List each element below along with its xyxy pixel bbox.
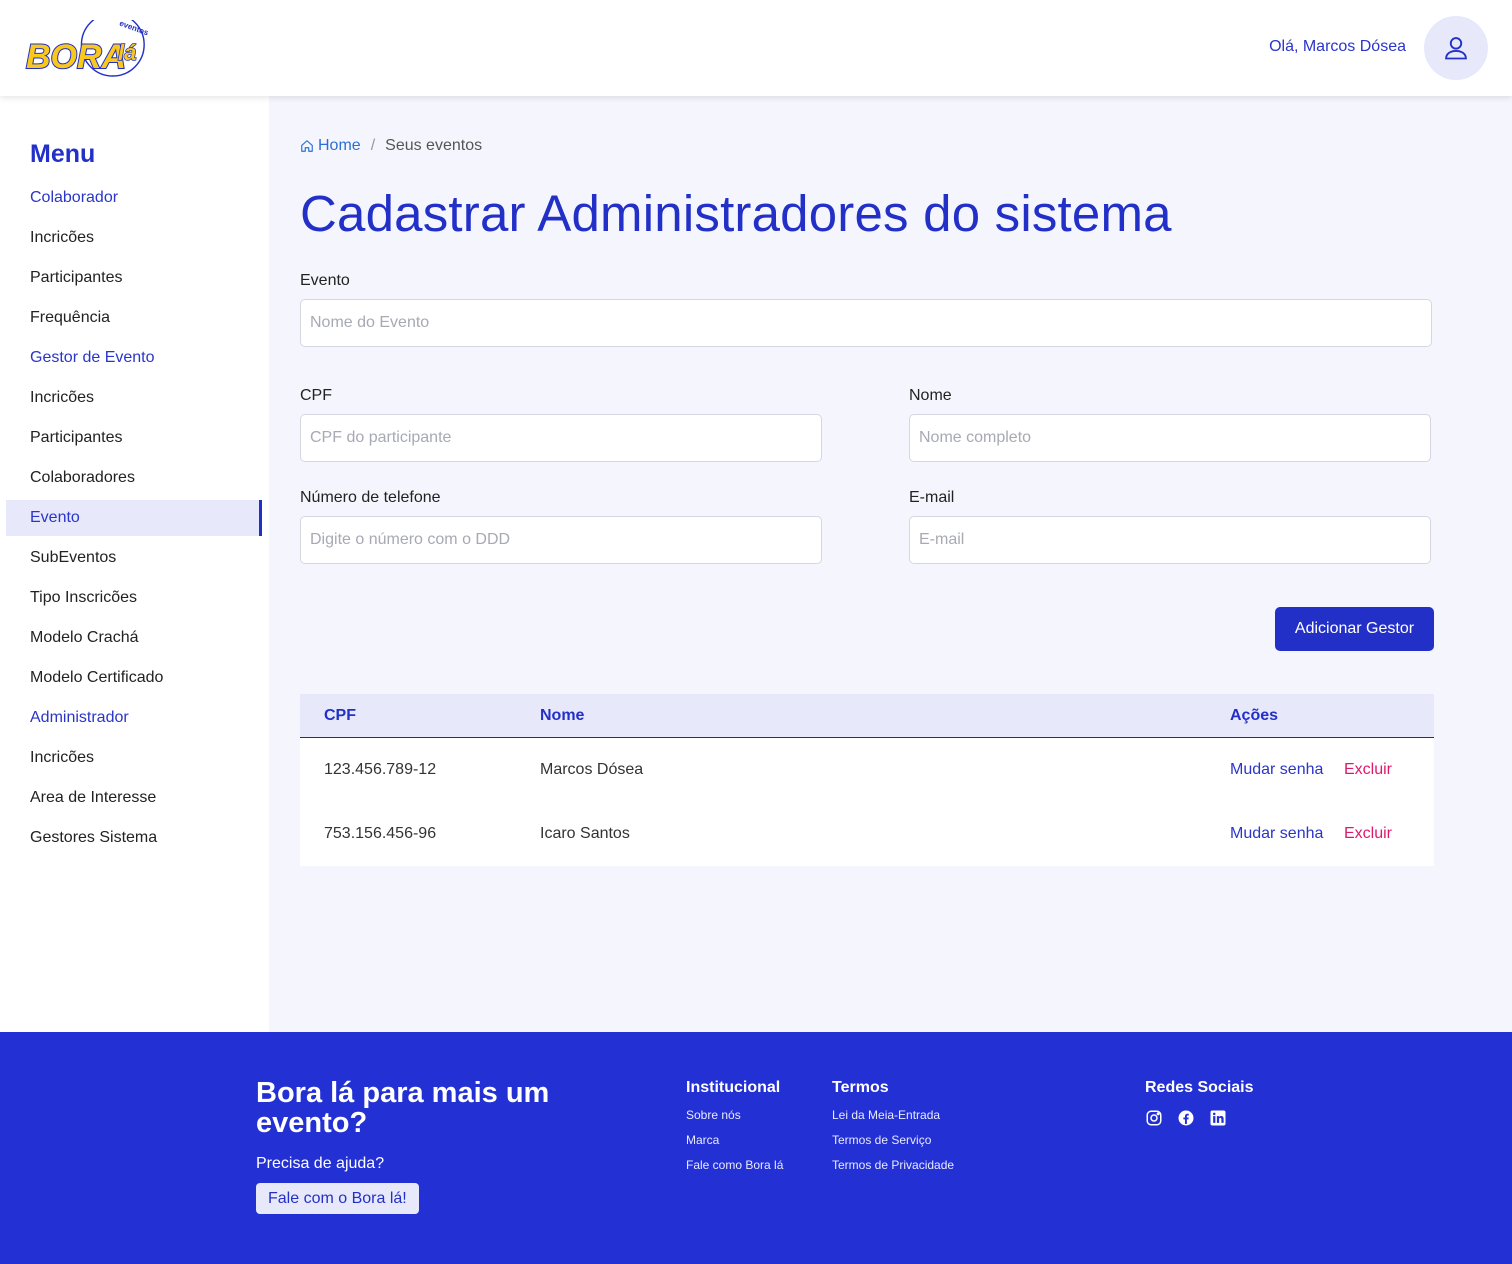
delete-link[interactable]: Excluir [1344, 761, 1392, 779]
linkedin-icon[interactable] [1209, 1109, 1227, 1127]
bora-la-logo[interactable]: BORA lá eventos [22, 12, 164, 78]
menu-list: Colaborador Incricões Participantes Frequên… [6, 180, 262, 860]
footer-link-termos-servico[interactable]: Termos de Serviço [832, 1133, 931, 1147]
svg-text:BORA: BORA [26, 38, 126, 76]
top-header: BORA lá eventos Olá, Marcos Dósea [0, 0, 1512, 96]
cell-cpf: 753.156.456-96 [324, 825, 437, 842]
footer-institucional-title: Institucional [686, 1079, 781, 1096]
sidebar-item-evento[interactable]: Evento [6, 500, 262, 536]
admins-table: CPF Nome Ações 123.456.789-12 Marcos Dós… [300, 694, 1434, 866]
nome-label: Nome [909, 387, 952, 404]
sidebar-item-incricoes[interactable]: Incricões [6, 220, 262, 256]
delete-link[interactable]: Excluir [1344, 825, 1392, 843]
sidebar-item-gestores-sistema[interactable]: Gestores Sistema [6, 820, 262, 856]
user-icon [1445, 37, 1467, 60]
sidebar-item-subeventos[interactable]: SubEventos [6, 540, 262, 576]
home-icon [301, 140, 313, 152]
sidebar: Menu Colaborador Incricões Participantes Fr… [0, 96, 269, 1032]
user-greeting: Olá, Marcos Dósea [1269, 38, 1406, 55]
th-acoes: Ações [1230, 707, 1279, 724]
cell-nome: Icaro Santos [540, 825, 630, 842]
footer-headline: Bora lá para mais um evento? [256, 1077, 550, 1139]
footer-link-termos-privacidade[interactable]: Termos de Privacidade [832, 1158, 954, 1172]
sidebar-item-participantes[interactable]: Participantes [6, 420, 262, 456]
nome-input[interactable] [909, 414, 1431, 462]
cell-cpf: 123.456.789-12 [324, 761, 437, 778]
svg-text:lá: lá [118, 40, 136, 65]
table-header: CPF Nome Ações [300, 694, 1434, 738]
contact-button[interactable]: Fale com o Bora lá! [256, 1183, 419, 1214]
footer-termos-title: Termos [832, 1079, 889, 1096]
breadcrumb-home-link[interactable]: Home [300, 137, 361, 155]
sidebar-item-incricoes[interactable]: Incricões [6, 740, 262, 776]
footer-social-title: Redes Sociais [1145, 1079, 1254, 1096]
footer: Bora lá para mais um evento? Precisa de … [0, 1032, 1512, 1264]
sidebar-item-modelo-cracha[interactable]: Modelo Crachá [6, 620, 262, 656]
sidebar-item-tipo-inscricoes[interactable]: Tipo Inscricões [6, 580, 262, 616]
footer-link-marca[interactable]: Marca [686, 1133, 719, 1147]
sidebar-item-frequencia[interactable]: Frequência [6, 300, 262, 336]
instagram-icon[interactable] [1145, 1109, 1163, 1127]
facebook-icon[interactable] [1177, 1109, 1195, 1127]
breadcrumb: Home / Seus eventos [300, 137, 482, 155]
svg-text:eventos: eventos [118, 20, 150, 38]
add-gestor-button[interactable]: Adicionar Gestor [1275, 607, 1434, 651]
user-avatar-button[interactable] [1424, 16, 1488, 80]
breadcrumb-current: Seus eventos [385, 137, 483, 154]
sidebar-item-colaboradores[interactable]: Colaboradores [6, 460, 262, 496]
cpf-input[interactable] [300, 414, 822, 462]
footer-link-sobre[interactable]: Sobre nós [686, 1108, 741, 1122]
sidebar-item-modelo-certificado[interactable]: Modelo Certificado [6, 660, 262, 696]
footer-link-meia-entrada[interactable]: Lei da Meia-Entrada [832, 1108, 940, 1122]
change-password-link[interactable]: Mudar senha [1230, 761, 1323, 779]
sidebar-item-area-de-interesse[interactable]: Area de Interesse [6, 780, 262, 816]
email-input[interactable] [909, 516, 1431, 564]
breadcrumb-home-label: Home [318, 137, 361, 154]
page-title: Cadastrar Administradores do sistema [300, 185, 1172, 242]
telefone-label: Número de telefone [300, 489, 441, 506]
sidebar-item-participantes[interactable]: Participantes [6, 260, 262, 296]
evento-input[interactable] [300, 299, 1432, 347]
th-cpf: CPF [324, 707, 356, 724]
evento-label: Evento [300, 272, 350, 289]
sidebar-section-gestor-de-evento[interactable]: Gestor de Evento [6, 340, 262, 376]
breadcrumb-separator: / [370, 137, 376, 154]
sidebar-section-administrador[interactable]: Administrador [6, 700, 262, 736]
sidebar-item-incricoes[interactable]: Incricões [6, 380, 262, 416]
table-row: 123.456.789-12 Marcos Dósea Mudar senha … [300, 738, 1434, 802]
sidebar-section-colaborador[interactable]: Colaborador [6, 180, 262, 216]
table-row: 753.156.456-96 Icaro Santos Mudar senha … [300, 802, 1434, 866]
cpf-label: CPF [300, 387, 332, 404]
footer-link-fale[interactable]: Fale como Bora lá [686, 1158, 783, 1172]
cell-nome: Marcos Dósea [540, 761, 644, 778]
menu-title: Menu [30, 140, 96, 168]
th-nome: Nome [540, 707, 585, 724]
email-label: E-mail [909, 489, 955, 506]
footer-help-text: Precisa de ajuda? [256, 1155, 385, 1172]
telefone-input[interactable] [300, 516, 822, 564]
social-icons [1145, 1109, 1227, 1127]
change-password-link[interactable]: Mudar senha [1230, 825, 1323, 843]
